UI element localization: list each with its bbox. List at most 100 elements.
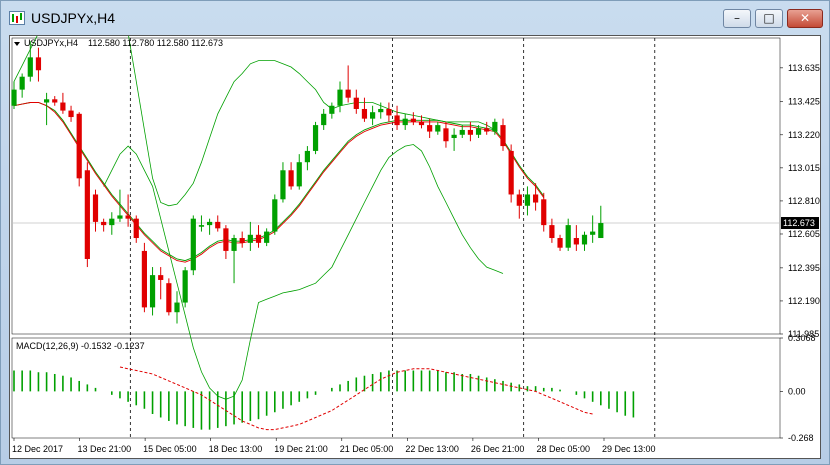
window-title: USDJPYx,H4	[31, 10, 116, 26]
candle-body	[141, 250, 147, 308]
time-tick-label: 29 Dec 13:00	[602, 444, 656, 454]
candle-body	[598, 223, 604, 239]
candle-body	[27, 57, 33, 77]
candle-body	[321, 113, 327, 126]
maximize-icon: □	[763, 11, 775, 25]
close-button[interactable]: ✕	[787, 9, 823, 28]
candle-body	[516, 194, 522, 206]
candle-body	[84, 170, 90, 259]
candle-body	[378, 108, 384, 113]
candle-body	[264, 231, 270, 243]
price-tick-label: 112.810	[788, 196, 820, 206]
candle-body	[174, 302, 180, 313]
candle-body	[149, 275, 156, 308]
candle-body	[11, 89, 17, 106]
candle-body	[92, 194, 99, 222]
candle-body	[386, 108, 392, 116]
candle-body	[475, 128, 482, 135]
price-tick-label: 112.395	[788, 263, 820, 273]
candle-body	[435, 125, 441, 132]
candle-body	[101, 221, 107, 226]
candle-body	[500, 125, 506, 147]
time-tick-label: 26 Dec 21:00	[471, 444, 525, 454]
time-axis: 12 Dec 2017 13 Dec 21:00 15 Dec 05:00 18 De…	[12, 438, 656, 454]
candle-body	[231, 238, 237, 251]
candle-body	[573, 238, 579, 245]
candle-body	[68, 110, 74, 118]
price-tick-label: 112.190	[788, 296, 820, 306]
candle-body	[329, 105, 335, 114]
chart-window: USDJPYx,H4 – □ ✕ 113.635 113.425 113.220 11…	[0, 0, 830, 465]
price-tick-label: 113.015	[788, 163, 820, 173]
candle-body	[272, 199, 278, 232]
price-axis: 113.635 113.425 113.220 113.015 112.810 112.6…	[780, 63, 820, 339]
candle-body	[109, 218, 115, 226]
candle-body	[239, 238, 245, 243]
macd-tick-label: 0.00	[788, 386, 806, 396]
price-tick-label: 113.220	[788, 130, 820, 140]
time-tick-label: 12 Dec 2017	[12, 444, 63, 454]
candle-body	[182, 270, 188, 303]
candle-body	[60, 102, 66, 111]
candle-body	[541, 199, 547, 226]
candle-body	[337, 89, 343, 106]
candle-body	[508, 150, 514, 195]
candle-body	[459, 129, 465, 135]
macd-tick-label: 0.3068	[788, 333, 816, 343]
candle-body	[198, 225, 205, 227]
price-tick-label: 113.425	[788, 97, 820, 107]
time-tick-label: 19 Dec 21:00	[274, 444, 328, 454]
candle-body	[223, 228, 229, 251]
candle-body	[190, 218, 196, 271]
candle-body	[304, 150, 310, 163]
symbol-label: USDJPYx,H4	[24, 38, 78, 48]
macd-label: MACD(12,26,9) -0.1532 -0.1237	[16, 341, 145, 351]
candle-body	[158, 275, 164, 280]
macd-plot-frame	[11, 337, 781, 439]
candle-body	[345, 89, 351, 98]
candle-body	[549, 225, 555, 239]
candle-body	[166, 283, 172, 313]
candle-body	[361, 108, 368, 119]
time-tick-label: 18 Dec 13:00	[209, 444, 263, 454]
candle-body	[288, 170, 294, 187]
candle-body	[418, 121, 425, 126]
candle-body	[557, 238, 563, 248]
candle-body	[215, 221, 221, 229]
candle-body	[44, 99, 50, 103]
time-tick-label: 13 Dec 21:00	[78, 444, 132, 454]
candle-body	[133, 218, 139, 239]
time-tick-label: 15 Dec 05:00	[143, 444, 197, 454]
candle-body	[280, 170, 286, 200]
macd-tick-label: -0.268	[788, 433, 814, 443]
candle-body	[255, 234, 262, 243]
price-plot-frame	[11, 37, 781, 335]
maximize-button[interactable]: □	[755, 9, 783, 28]
candle-body	[296, 162, 302, 187]
candle-body	[524, 194, 531, 206]
chart-area[interactable]: 113.635 113.425 113.220 113.015 112.810 112.6…	[9, 0, 821, 459]
title-bar[interactable]: USDJPYx,H4 – □ ✕	[1, 1, 829, 35]
price-tick-label: 112.605	[788, 229, 820, 239]
candle-body	[207, 221, 213, 226]
candle-body	[443, 128, 449, 142]
candle-body	[565, 225, 571, 248]
candle-body	[484, 128, 490, 132]
candle-body	[394, 115, 400, 126]
candle-body	[353, 97, 359, 109]
time-tick-label: 22 Dec 13:00	[405, 444, 459, 454]
candle-body	[247, 234, 253, 243]
candle-body	[19, 76, 25, 90]
candle-body	[492, 121, 498, 132]
candle-body	[52, 99, 58, 103]
candle-body	[370, 112, 376, 119]
candle-body	[581, 234, 588, 245]
minimize-button[interactable]: –	[723, 9, 751, 28]
candle-body	[410, 118, 416, 122]
candle-body	[312, 125, 319, 151]
candle-body	[427, 125, 433, 132]
chart-app-icon	[9, 11, 25, 25]
minimize-icon: –	[734, 11, 740, 25]
chart-canvas[interactable]: 113.635 113.425 113.220 113.015 112.810 112.6…	[10, 0, 820, 458]
candle-body	[76, 113, 82, 179]
